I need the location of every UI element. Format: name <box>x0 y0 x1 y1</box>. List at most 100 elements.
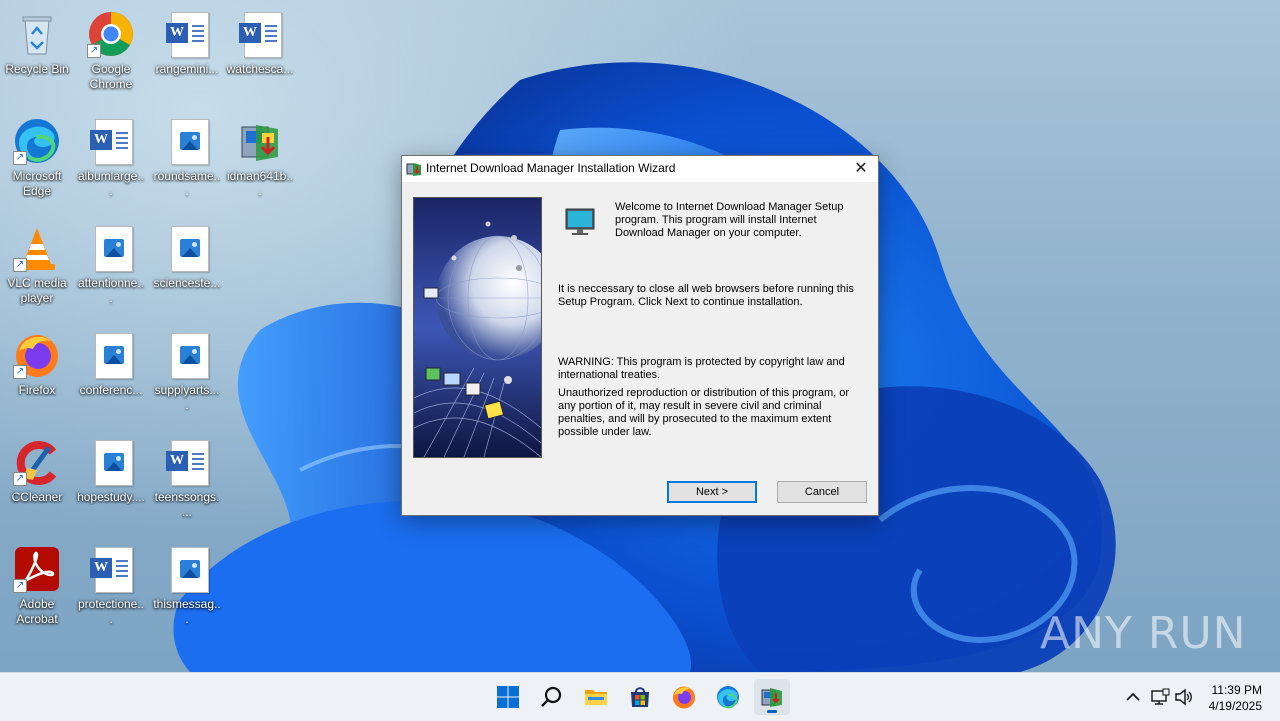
dialog-titlebar[interactable]: Internet Download Manager Installation W… <box>402 156 878 182</box>
image-file-icon <box>87 438 135 486</box>
image-file-icon <box>163 224 211 272</box>
close-browsers-text: It is neccessary to close all web browse… <box>558 283 854 308</box>
taskbar-idm-setup-button[interactable] <box>754 679 790 715</box>
search-icon <box>541 686 562 707</box>
desktop-icon-label: rangemini... <box>155 62 219 76</box>
desktop-icon-recycle-bin[interactable]: Recycle Bin <box>1 4 73 104</box>
file-explorer-icon <box>585 690 607 705</box>
desktop-icon-scienceste[interactable]: scienceste... <box>151 218 223 318</box>
desktop-icon-vlc[interactable]: ↗ VLC media player <box>1 218 73 318</box>
desktop-icon-label: Microsoft Edge <box>12 169 62 198</box>
idm-app-icon <box>406 163 421 176</box>
shortcut-arrow-icon: ↗ <box>13 579 27 593</box>
desktop-icon-roundsame[interactable]: roundsame... <box>151 111 223 211</box>
idm-installer-icon <box>236 117 284 165</box>
system-clock[interactable]: 11:39 PM 4/19/2025 <box>1209 682 1262 714</box>
word-document-icon: W <box>163 438 211 486</box>
search-button[interactable] <box>534 679 570 715</box>
image-file-icon <box>163 545 211 593</box>
image-file-icon <box>87 331 135 379</box>
volume-icon[interactable] <box>1174 687 1194 707</box>
word-document-icon: W <box>236 10 284 58</box>
desktop-icon-watchesca[interactable]: W watchesca... <box>224 4 296 104</box>
desktop-icon-label: teenssongs.... <box>154 490 220 519</box>
cancel-button[interactable]: Cancel <box>777 481 867 503</box>
shortcut-arrow-icon: ↗ <box>13 258 27 272</box>
desktop-icon-adobe-acrobat[interactable]: ↗ Adobe Acrobat <box>1 539 73 639</box>
desktop-icon-thismessag[interactable]: thismessag... <box>151 539 223 639</box>
taskbar-edge-button[interactable] <box>710 679 746 715</box>
desktop-icon-label: Google Chrome <box>89 62 133 91</box>
desktop-icon-label: Adobe Acrobat <box>16 597 58 626</box>
desktop-icon-attentionne[interactable]: attentionne... <box>75 218 147 318</box>
dialog-title: Internet Download Manager Installation W… <box>426 161 676 175</box>
idm-installation-wizard-dialog: Internet Download Manager Installation W… <box>401 155 879 516</box>
desktop-icon-label: attentionne... <box>77 276 145 305</box>
word-document-icon: W <box>87 117 135 165</box>
desktop-icon-label: supplyarts.... <box>154 383 220 412</box>
desktop-icon-teenssongs[interactable]: W teenssongs.... <box>151 432 223 532</box>
vlc-icon: ↗ <box>13 224 61 272</box>
desktop-icon-label: conferenc... <box>79 383 143 397</box>
word-document-icon: W <box>163 10 211 58</box>
edge-icon: ↗ <box>13 117 61 165</box>
edge-icon <box>717 686 739 709</box>
active-indicator <box>767 710 777 713</box>
desktop-icon-ccleaner[interactable]: ↗ CCleaner <box>1 432 73 532</box>
anyrun-watermark: ANY RUN <box>1040 608 1247 659</box>
desktop-icon-idman641b[interactable]: idman641b... <box>224 111 296 211</box>
acrobat-icon: ↗ <box>13 545 61 593</box>
close-button[interactable]: ✕ <box>844 156 878 182</box>
shortcut-arrow-icon: ↗ <box>87 44 101 58</box>
desktop-icon-rangemini[interactable]: W rangemini... <box>151 4 223 104</box>
idm-globe-illustration <box>413 197 542 458</box>
clock-time: 11:39 PM <box>1211 683 1262 697</box>
recycle-bin-icon <box>13 10 61 58</box>
desktop-icon-microsoft-edge[interactable]: ↗ Microsoft Edge <box>1 111 73 211</box>
desktop-icon-label: CCleaner <box>11 490 63 504</box>
desktop-icon-label: protectione... <box>77 597 145 626</box>
shortcut-arrow-icon: ↗ <box>13 151 27 165</box>
microsoft-store-icon <box>631 687 649 707</box>
clock-date: 4/19/2025 <box>1208 699 1262 713</box>
chevron-up-icon[interactable] <box>1123 687 1143 707</box>
word-document-icon: W <box>87 545 135 593</box>
watermark-text: ANY RUN <box>1040 608 1247 659</box>
network-icon[interactable] <box>1150 687 1170 707</box>
desktop-icon-google-chrome[interactable]: ↗ Google Chrome <box>75 4 147 104</box>
desktop-icon-label: Firefox <box>18 383 56 397</box>
shortcut-arrow-icon: ↗ <box>13 472 27 486</box>
desktop-icon-conferenc[interactable]: conferenc... <box>75 325 147 425</box>
shortcut-arrow-icon: ↗ <box>13 365 27 379</box>
next-button[interactable]: Next > <box>667 481 757 503</box>
desktop-icon-label: idman641b... <box>226 169 294 198</box>
taskbar: 11:39 PM 4/19/2025 <box>0 672 1280 721</box>
desktop-icon-albumlarge[interactable]: W albumlarge... <box>75 111 147 211</box>
desktop-icon-supplyarts[interactable]: supplyarts.... <box>151 325 223 425</box>
desktop-icon-label: Recycle Bin <box>5 62 69 76</box>
taskbar-firefox-button[interactable] <box>666 679 702 715</box>
file-explorer-button[interactable] <box>578 679 614 715</box>
desktop-icon-hopestudy[interactable]: hopestudy.... <box>75 432 147 532</box>
desktop-icon-firefox[interactable]: ↗ Firefox <box>1 325 73 425</box>
desktop-icon-label: scienceste... <box>153 276 221 290</box>
idm-setup-icon <box>761 688 782 707</box>
warning-text: WARNING: This program is protected by co… <box>558 356 845 381</box>
unauthorized-text: Unauthorized reproduction or distributio… <box>558 387 850 438</box>
image-file-icon <box>163 117 211 165</box>
image-file-icon <box>163 331 211 379</box>
monitor-icon <box>565 208 595 235</box>
welcome-text: Welcome to Internet Download Manager Set… <box>615 201 844 239</box>
firefox-icon <box>673 686 695 709</box>
firefox-icon: ↗ <box>13 331 61 379</box>
desktop-icon-protectione[interactable]: W protectione... <box>75 539 147 639</box>
microsoft-store-button[interactable] <box>622 679 658 715</box>
close-icon: ✕ <box>854 160 868 177</box>
desktop-icon-label: thismessag... <box>153 597 221 626</box>
desktop-icon-label: albumlarge... <box>77 169 145 198</box>
ccleaner-icon: ↗ <box>13 438 61 486</box>
start-icon <box>497 686 519 708</box>
desktop-icon-label: hopestudy.... <box>77 490 145 504</box>
chrome-icon: ↗ <box>87 10 135 58</box>
start-button[interactable] <box>490 679 526 715</box>
